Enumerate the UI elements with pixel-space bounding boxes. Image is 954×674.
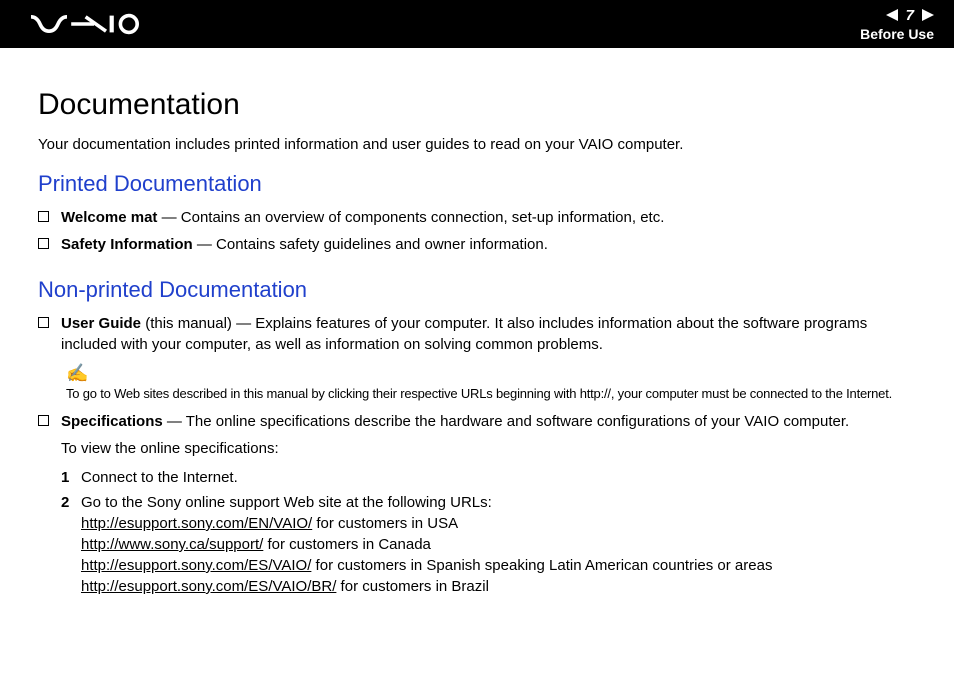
printed-heading: Printed Documentation [38, 171, 924, 197]
item-label: Safety Information [61, 236, 193, 253]
vaio-logo [28, 12, 148, 36]
page-nav: 7 [886, 7, 934, 24]
support-link-latam[interactable]: http://esupport.sony.com/ES/VAIO/ [81, 557, 311, 574]
page-content: Documentation Your documentation include… [0, 48, 954, 627]
step-number: 2 [61, 492, 81, 513]
link-suffix: for customers in Canada [263, 536, 431, 553]
link-suffix: for customers in Spanish speaking Latin … [311, 557, 772, 574]
page-header: 7 Before Use [0, 0, 954, 48]
item-desc: — The online specifications describe the… [163, 413, 849, 430]
steps-list: 1 Connect to the Internet. 2 Go to the S… [61, 467, 924, 597]
view-spec-text: To view the online specifications: [61, 438, 924, 459]
link-suffix: for customers in Brazil [336, 578, 489, 595]
item-label: Welcome mat [61, 209, 157, 226]
intro-text: Your documentation includes printed info… [38, 136, 924, 153]
step-text: Go to the Sony online support Web site a… [81, 494, 492, 511]
nonprinted-heading: Non-printed Documentation [38, 277, 924, 303]
note-text: To go to Web sites described in this man… [66, 386, 892, 401]
item-desc: — Contains safety guidelines and owner i… [193, 236, 548, 253]
bullet-icon [38, 317, 49, 328]
list-item: Safety Information — Contains safety gui… [38, 234, 924, 255]
item-label: Specifications [61, 413, 163, 430]
link-suffix: for customers in USA [312, 515, 458, 532]
bullet-icon [38, 238, 49, 249]
header-right: 7 Before Use [860, 7, 934, 42]
step-item: 2 Go to the Sony online support Web site… [61, 492, 924, 597]
page-number: 7 [906, 7, 914, 24]
support-link-usa[interactable]: http://esupport.sony.com/EN/VAIO/ [81, 515, 312, 532]
bullet-icon [38, 415, 49, 426]
note-icon: ✍ [66, 363, 88, 384]
list-item: User Guide (this manual) — Explains feat… [38, 313, 924, 355]
note-block: ✍ To go to Web sites described in this m… [66, 363, 924, 401]
support-link-canada[interactable]: http://www.sony.ca/support/ [81, 536, 263, 553]
prev-page-arrow-icon[interactable] [886, 9, 898, 21]
support-link-brazil[interactable]: http://esupport.sony.com/ES/VAIO/BR/ [81, 578, 336, 595]
bullet-icon [38, 211, 49, 222]
step-item: 1 Connect to the Internet. [61, 467, 924, 488]
step-text: Connect to the Internet. [81, 467, 924, 488]
item-desc: — Contains an overview of components con… [157, 209, 664, 226]
item-label: User Guide [61, 315, 141, 332]
nonprinted-list: User Guide (this manual) — Explains feat… [38, 313, 924, 355]
list-item: Welcome mat — Contains an overview of co… [38, 207, 924, 228]
item-desc: (this manual) — Explains features of you… [61, 315, 867, 353]
list-item: Specifications — The online specificatio… [38, 411, 924, 601]
printed-list: Welcome mat — Contains an overview of co… [38, 207, 924, 255]
page-title: Documentation [38, 88, 924, 122]
step-number: 1 [61, 467, 81, 488]
section-name: Before Use [860, 26, 934, 42]
next-page-arrow-icon[interactable] [922, 9, 934, 21]
specs-list: Specifications — The online specificatio… [38, 411, 924, 601]
